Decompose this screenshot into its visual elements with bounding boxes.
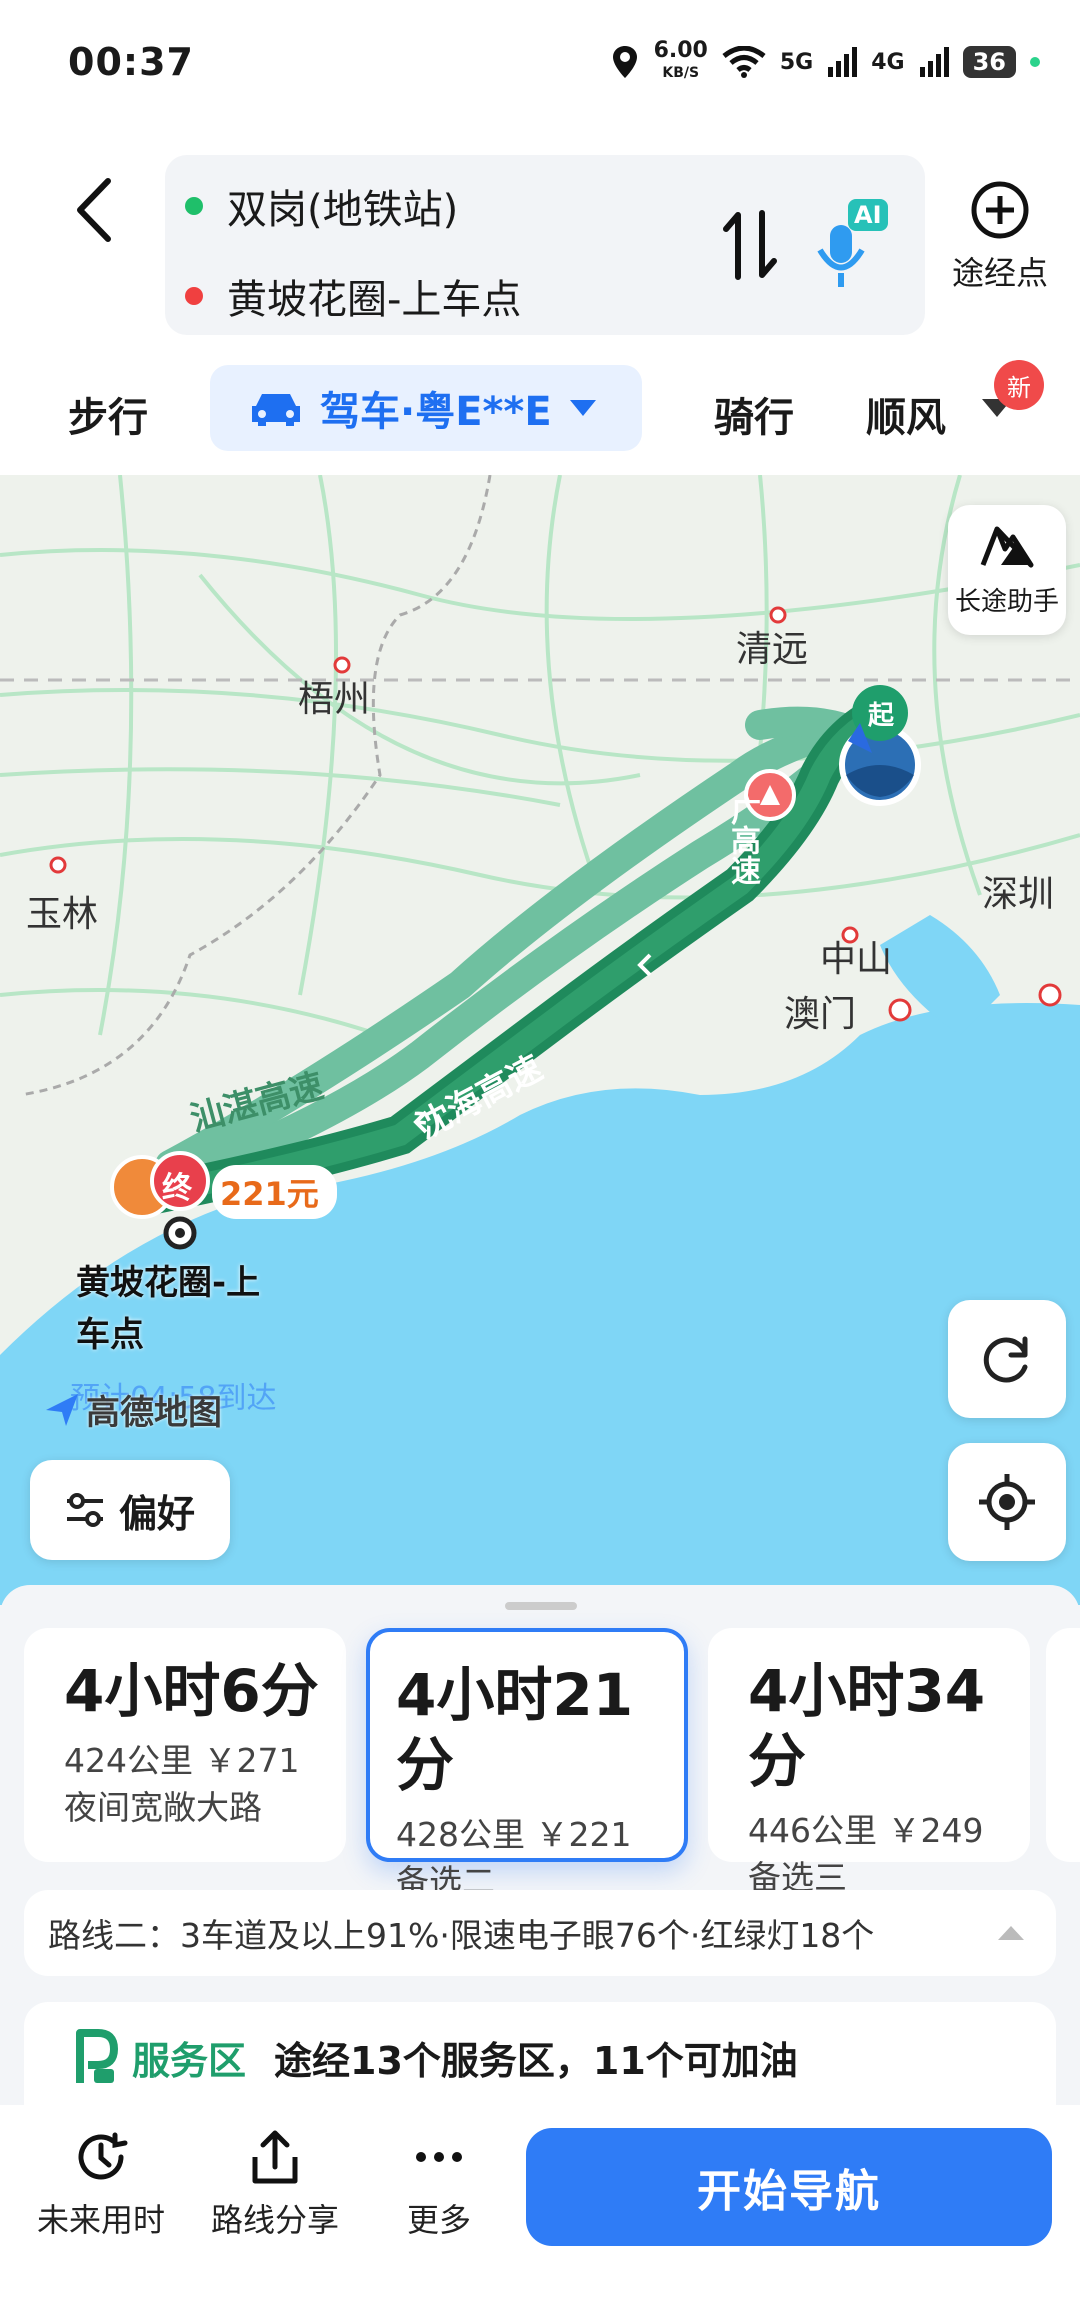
signal-bars-icon [919, 47, 949, 77]
route-time: 4小时34分 [748, 1657, 986, 1795]
route-card-1[interactable]: 4小时6分 424公里 ￥271 夜间宽敞大路 [24, 1628, 346, 1862]
more-dots-icon [416, 2152, 462, 2162]
city-label-yulin: 玉林 [26, 894, 99, 935]
end-marker-label: 终 [162, 1171, 192, 1206]
origin-text: 双岗(地铁站) [227, 187, 459, 233]
sheet-drag-handle[interactable] [505, 1602, 577, 1610]
city-label-qingyuan: 清远 [736, 629, 809, 670]
price-tag[interactable]: 221元 [212, 1165, 337, 1219]
end-point-dot [175, 1228, 185, 1238]
service-area-title: 服务区 [132, 2038, 247, 2083]
origin-dot [185, 197, 203, 215]
route-card-3[interactable]: 4小时34分 446公里 ￥249 备选三 [708, 1628, 1030, 1897]
status-time: 00:37 [68, 40, 194, 84]
swap-icon[interactable] [720, 205, 780, 285]
road-label-guang: 广高速 [725, 795, 760, 885]
location-icon [612, 46, 637, 78]
city-label-macau: 澳门 [784, 994, 857, 1035]
tab-drive-label: 驾车·粤E**E [320, 389, 552, 435]
signal-5g: 5G [779, 49, 814, 75]
sliders-icon [66, 1493, 103, 1527]
tab-ride[interactable]: 骑行 [714, 385, 794, 443]
wifi-icon [722, 46, 766, 78]
car-icon [252, 394, 300, 426]
route-summary-bar[interactable]: 路线二：3车道及以上91%·限速电子眼76个·红绿灯18个 [24, 1890, 1056, 1976]
origin-row[interactable]: 双岗(地铁站) [185, 177, 458, 235]
add-waypoint-button[interactable]: 途经点 [940, 180, 1060, 294]
city-label-wuzhou: 梧州 [298, 679, 371, 720]
future-time-button[interactable]: 未来用时 [26, 2127, 176, 2241]
ai-voice-button[interactable]: AI [810, 195, 890, 295]
travel-mode-tabs: 步行 驾车·粤E**E 骑行 顺风 [0, 365, 1080, 465]
route-map[interactable]: 清远 梧州 玉林 深圳 中山 澳门 沈海高速 汕湛高速 广高速 起 终 221元… [0, 475, 1080, 1605]
destination-dot [185, 287, 203, 305]
privacy-dot [1030, 57, 1040, 67]
new-badge: 新 [994, 360, 1044, 410]
destination-text: 黄坡花圈-上车点 [227, 277, 522, 323]
waypoint-label: 途经点 [951, 254, 1048, 292]
status-bar: 00:37 6.00 KB/S 5G 4G 36 [0, 0, 1080, 130]
tab-walk[interactable]: 步行 [68, 385, 148, 443]
long-trip-icon [980, 526, 1034, 568]
route-distance-cost: 424公里 ￥271 [64, 1741, 300, 1780]
net-speed: 6.00 KB/S [653, 38, 708, 82]
signal-4g: 4G [871, 49, 905, 75]
amap-logo: 高德地图 [44, 1385, 222, 1434]
start-marker-label: 起 [868, 701, 895, 731]
route-input-box: 双岗(地铁站) 黄坡花圈-上车点 AI [165, 155, 925, 335]
route-time: 4小时6分 [64, 1657, 319, 1725]
ai-label: AI [854, 201, 882, 229]
start-navigation-button[interactable]: 开始导航 [526, 2128, 1052, 2246]
end-point-label: 黄坡花圈-上 车点 [76, 1263, 261, 1355]
city-dot-yulin [49, 856, 67, 874]
route-distance-cost: 428公里 ￥221 [396, 1815, 632, 1854]
status-icons: 6.00 KB/S 5G 4G 36 [610, 40, 1040, 84]
long-trip-assistant-button[interactable]: 长途助手 [948, 505, 1066, 635]
signal-bars-icon [828, 47, 858, 77]
caret-down-icon [569, 400, 596, 416]
map-canvas [0, 475, 1080, 1605]
route-card-peek[interactable] [1046, 1628, 1080, 1862]
battery-indicator: 36 [962, 46, 1016, 78]
route-card-2[interactable]: 4小时21分 428公里 ￥221 备选二 [366, 1628, 688, 1901]
caret-up-icon [998, 1926, 1024, 1940]
parking-icon [76, 2029, 118, 2083]
city-dot-shenzhen [1038, 983, 1062, 1007]
refresh-icon [983, 1336, 1028, 1383]
locate-icon [979, 1474, 1035, 1530]
route-description: 夜间宽敞大路 [64, 1788, 262, 1827]
destination-row[interactable]: 黄坡花圈-上车点 [185, 267, 521, 325]
locate-button[interactable] [948, 1443, 1066, 1561]
service-area-row[interactable]: 服务区 途经13个服务区，11个可加油 [24, 2002, 1056, 2112]
service-area-text: 途经13个服务区，11个可加油 [274, 2038, 798, 2083]
plus-circle-icon [971, 181, 1029, 239]
share-route-button[interactable]: 路线分享 [200, 2127, 350, 2241]
refresh-button[interactable] [948, 1300, 1066, 1418]
long-trip-label: 长途助手 [954, 587, 1059, 617]
clock-icon [78, 2132, 128, 2180]
amap-logo-icon [46, 1393, 78, 1426]
share-icon [252, 2130, 298, 2184]
back-icon[interactable] [70, 175, 120, 245]
route-summary-text: 路线二：3车道及以上91%·限速电子眼76个·红绿灯18个 [48, 1916, 875, 1955]
city-dot-macau [888, 998, 912, 1022]
route-distance-cost: 446公里 ￥249 [748, 1811, 984, 1850]
tab-carpool[interactable]: 顺风 [866, 385, 950, 443]
more-button[interactable]: 更多 [364, 2127, 514, 2241]
route-time: 4小时21分 [396, 1661, 634, 1799]
preference-label: 偏好 [118, 1491, 195, 1536]
city-label-zhongshan: 中山 [820, 939, 893, 980]
city-label-shenzhen: 深圳 [982, 874, 1055, 915]
preference-button[interactable]: 偏好 [30, 1460, 230, 1560]
tab-drive[interactable]: 驾车·粤E**E [210, 365, 642, 451]
